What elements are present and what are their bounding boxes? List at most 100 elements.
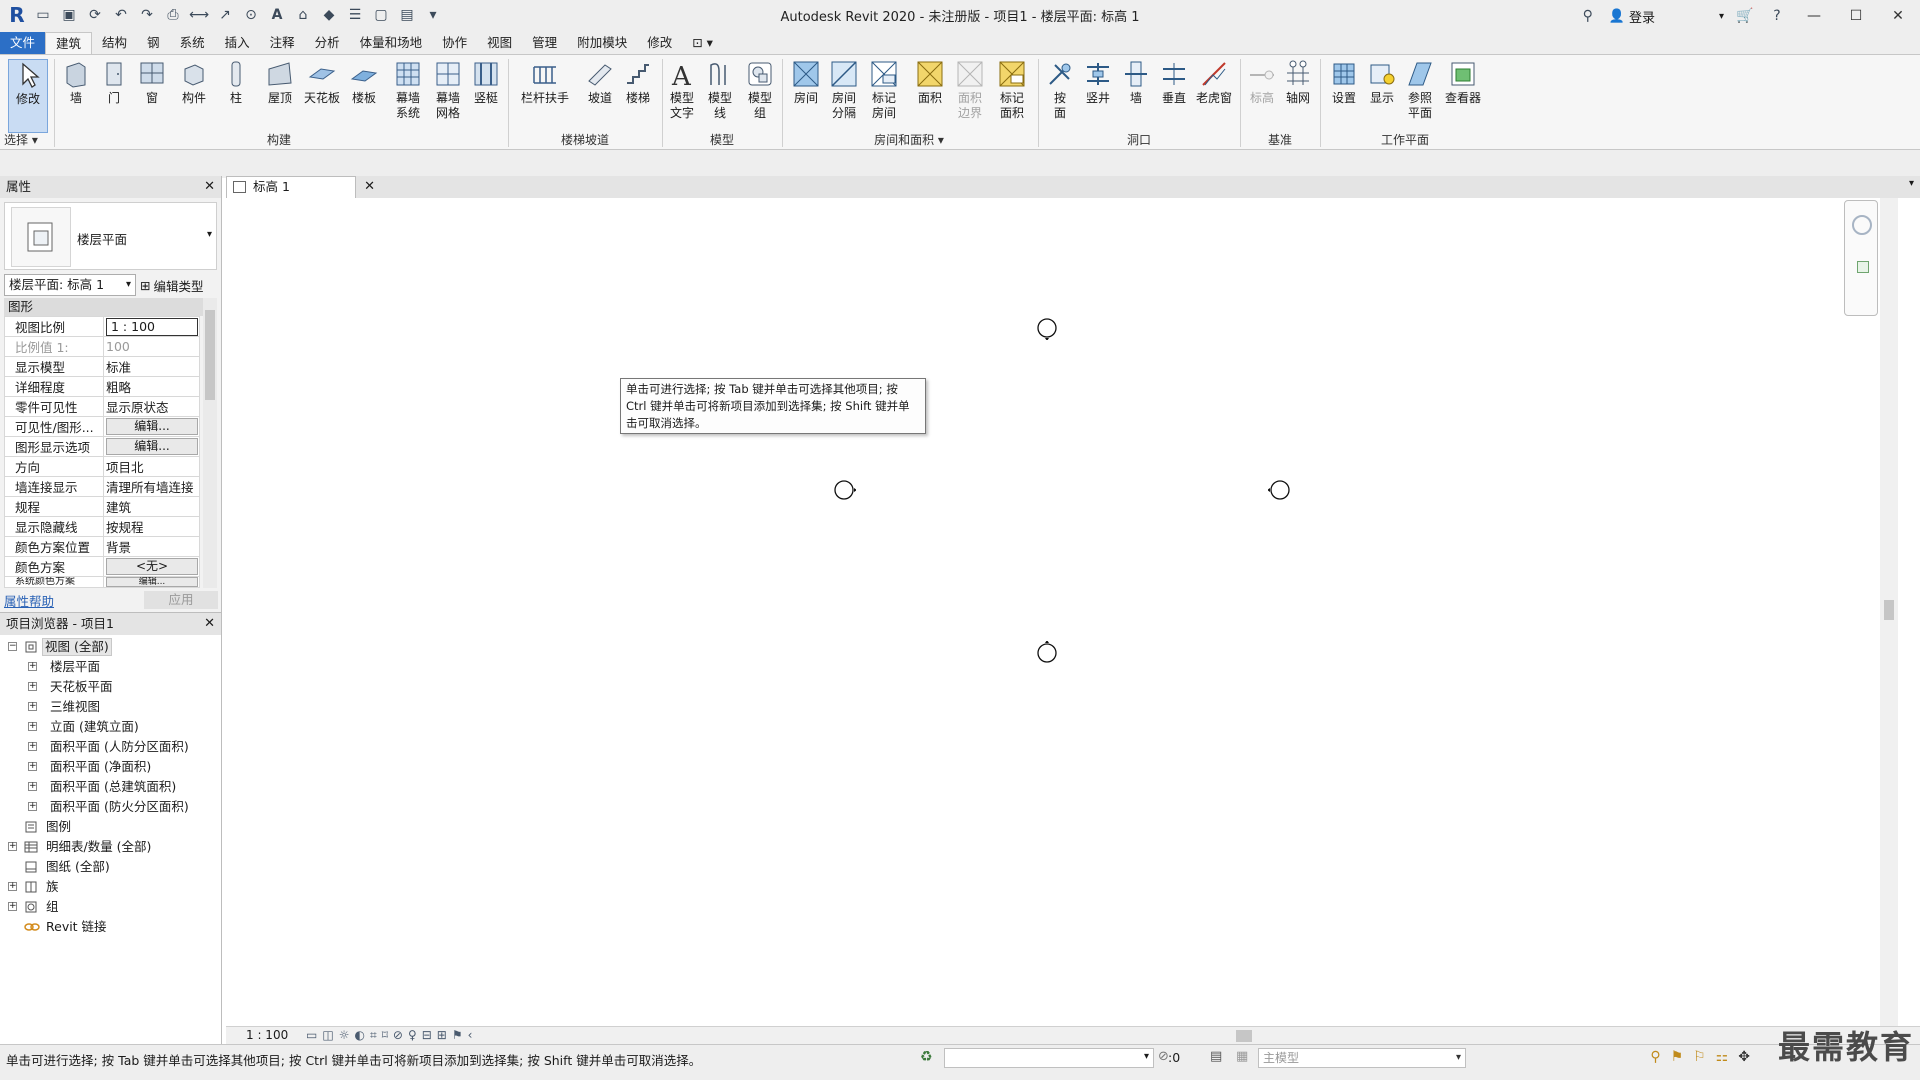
- print-icon[interactable]: ⎙: [162, 4, 184, 26]
- shadows-icon[interactable]: ◐: [354, 1028, 364, 1043]
- text-icon[interactable]: A: [266, 4, 288, 26]
- tree-node-area-plan-civil-defense[interactable]: + 面积平面 (人防分区面积): [0, 737, 221, 757]
- customize-qat-icon[interactable]: ▾: [422, 4, 444, 26]
- tree-node-legends[interactable]: 图例: [0, 817, 221, 837]
- tree-node-revit-links[interactable]: Revit 链接: [0, 917, 221, 937]
- ceiling-button[interactable]: 天花板: [304, 59, 340, 106]
- dormer-button[interactable]: 老虎窗: [1196, 59, 1232, 106]
- elevation-marker-south[interactable]: [1036, 641, 1058, 663]
- tab-options-dropdown[interactable]: ⊡ ▾: [682, 32, 723, 54]
- model-line-button[interactable]: 模型 线: [702, 59, 738, 121]
- vertical-scrollbar[interactable]: [1880, 198, 1898, 1026]
- revit-logo-icon[interactable]: R: [6, 3, 28, 27]
- elevation-marker-east[interactable]: [1268, 479, 1290, 501]
- system-color-scheme-button[interactable]: 编辑...: [106, 577, 198, 587]
- model-group-button[interactable]: 模型 组: [742, 59, 778, 121]
- temporary-hide-icon[interactable]: ⊘: [393, 1028, 403, 1043]
- shaft-button[interactable]: 竖井: [1080, 59, 1116, 106]
- tab-steel[interactable]: 钢: [137, 32, 170, 54]
- design-options-icon[interactable]: ▤: [1210, 1049, 1222, 1064]
- tab-massing-site[interactable]: 体量和场地: [350, 32, 433, 54]
- view-scale-selector[interactable]: 1 : 100: [246, 1028, 288, 1042]
- detail-level-icon[interactable]: ▭: [306, 1028, 317, 1043]
- measure-icon[interactable]: ⟷: [188, 4, 210, 26]
- sync-icon[interactable]: ⟳: [84, 4, 106, 26]
- tree-node-schedules[interactable]: + 明细表/数量 (全部): [0, 837, 221, 857]
- floor-button[interactable]: 楼板: [346, 59, 382, 106]
- property-value[interactable]: 建筑: [103, 496, 200, 517]
- section-icon[interactable]: ◆: [318, 4, 340, 26]
- room-button[interactable]: 房间: [788, 59, 824, 106]
- collapse-toggle-icon[interactable]: −: [8, 642, 17, 651]
- tree-node-elevations[interactable]: + 立面 (建筑立面): [0, 717, 221, 737]
- properties-scrollbar[interactable]: [203, 298, 217, 588]
- window-button[interactable]: 窗: [134, 59, 170, 106]
- model-text-button[interactable]: A 模型 文字: [664, 59, 700, 121]
- expand-toggle-icon[interactable]: +: [8, 902, 17, 911]
- horizontal-scrollbar-thumb[interactable]: [1236, 1030, 1252, 1042]
- tab-systems[interactable]: 系统: [170, 32, 215, 54]
- tab-list-dropdown-icon[interactable]: ▾: [1909, 178, 1914, 189]
- worksharing-display-icon[interactable]: ⊟: [422, 1028, 432, 1043]
- tag-area-button[interactable]: 标记 面积: [994, 59, 1030, 121]
- thin-lines-icon[interactable]: ☰: [344, 4, 366, 26]
- property-value[interactable]: 显示原状态: [103, 396, 200, 417]
- graphics-category-header[interactable]: 图形 ⌃: [4, 298, 217, 316]
- show-workplane-button[interactable]: 显示: [1364, 59, 1400, 106]
- close-icon[interactable]: ✕: [364, 177, 375, 197]
- grid-button[interactable]: 轴网: [1280, 59, 1316, 106]
- worksets-icon[interactable]: ♻: [920, 1049, 933, 1065]
- steering-wheel-icon[interactable]: [1852, 215, 1872, 235]
- expand-toggle-icon[interactable]: +: [28, 782, 37, 791]
- select-by-face-icon[interactable]: ⚏: [1716, 1049, 1729, 1065]
- active-workset-select[interactable]: ▾: [944, 1048, 1154, 1068]
- tab-insert[interactable]: 插入: [215, 32, 260, 54]
- tree-node-area-plan-gross[interactable]: + 面积平面 (总建筑面积): [0, 777, 221, 797]
- select-links-icon[interactable]: ⚲: [1650, 1049, 1660, 1065]
- select-dropdown[interactable]: 选择 ▾: [4, 131, 54, 149]
- modify-button[interactable]: 修改: [8, 59, 48, 133]
- column-button[interactable]: 柱: [218, 59, 254, 106]
- reveal-hidden-icon[interactable]: ♀: [408, 1028, 417, 1043]
- roof-button[interactable]: 屋顶: [262, 59, 298, 106]
- railing-button[interactable]: 栏杆扶手: [520, 59, 570, 106]
- tab-annotate[interactable]: 注释: [260, 32, 305, 54]
- properties-help-link[interactable]: 属性帮助: [4, 591, 54, 610]
- cart-icon[interactable]: 🛒: [1734, 5, 1756, 27]
- doc-tab-level-1[interactable]: 标高 1 ✕: [226, 176, 375, 198]
- area-boundary-button[interactable]: 面积 边界: [952, 59, 988, 121]
- dimension-icon[interactable]: ↗: [214, 4, 236, 26]
- property-value[interactable]: 项目北: [103, 456, 200, 477]
- tab-manage[interactable]: 管理: [522, 32, 567, 54]
- tag-room-button[interactable]: 标记 房间: [866, 59, 902, 121]
- show-crop-region-icon[interactable]: ⌑: [382, 1028, 388, 1043]
- set-workplane-button[interactable]: 设置: [1326, 59, 1362, 106]
- undo-icon[interactable]: ↶: [110, 4, 132, 26]
- ref-plane-button[interactable]: 参照 平面: [1402, 59, 1438, 121]
- expand-toggle-icon[interactable]: +: [8, 842, 17, 851]
- apply-button[interactable]: 应用: [144, 591, 218, 609]
- switch-windows-icon[interactable]: ▤: [396, 4, 418, 26]
- minimize-button[interactable]: —: [1798, 4, 1830, 28]
- tab-file[interactable]: 文件: [0, 32, 46, 54]
- expand-toggle-icon[interactable]: +: [28, 742, 37, 751]
- close-hidden-icon[interactable]: ▢: [370, 4, 392, 26]
- elevation-marker-west[interactable]: [834, 479, 856, 501]
- property-value[interactable]: 背景: [103, 536, 200, 557]
- help-icon[interactable]: ?: [1766, 5, 1788, 27]
- highlight-displacement-icon[interactable]: ⚑: [452, 1028, 463, 1043]
- property-value[interactable]: 清理所有墙连接: [103, 476, 200, 497]
- analytical-model-icon[interactable]: ⊞: [437, 1028, 447, 1043]
- property-value[interactable]: 标准: [103, 356, 200, 377]
- room-separator-button[interactable]: 房间 分隔: [826, 59, 862, 121]
- expand-toggle-icon[interactable]: +: [28, 702, 37, 711]
- wall-opening-button[interactable]: 墙: [1118, 59, 1154, 106]
- property-value[interactable]: 粗略: [103, 376, 200, 397]
- expand-toggle-icon[interactable]: +: [28, 762, 37, 771]
- scrollbar-thumb[interactable]: [205, 310, 215, 400]
- tab-addins[interactable]: 附加模块: [567, 32, 637, 54]
- view-scale-input[interactable]: 1 : 100: [106, 317, 198, 336]
- scrollbar-thumb[interactable]: [1884, 600, 1894, 620]
- level-button[interactable]: 标高: [1244, 59, 1280, 106]
- curtain-grid-button[interactable]: 幕墙 网格: [430, 59, 466, 121]
